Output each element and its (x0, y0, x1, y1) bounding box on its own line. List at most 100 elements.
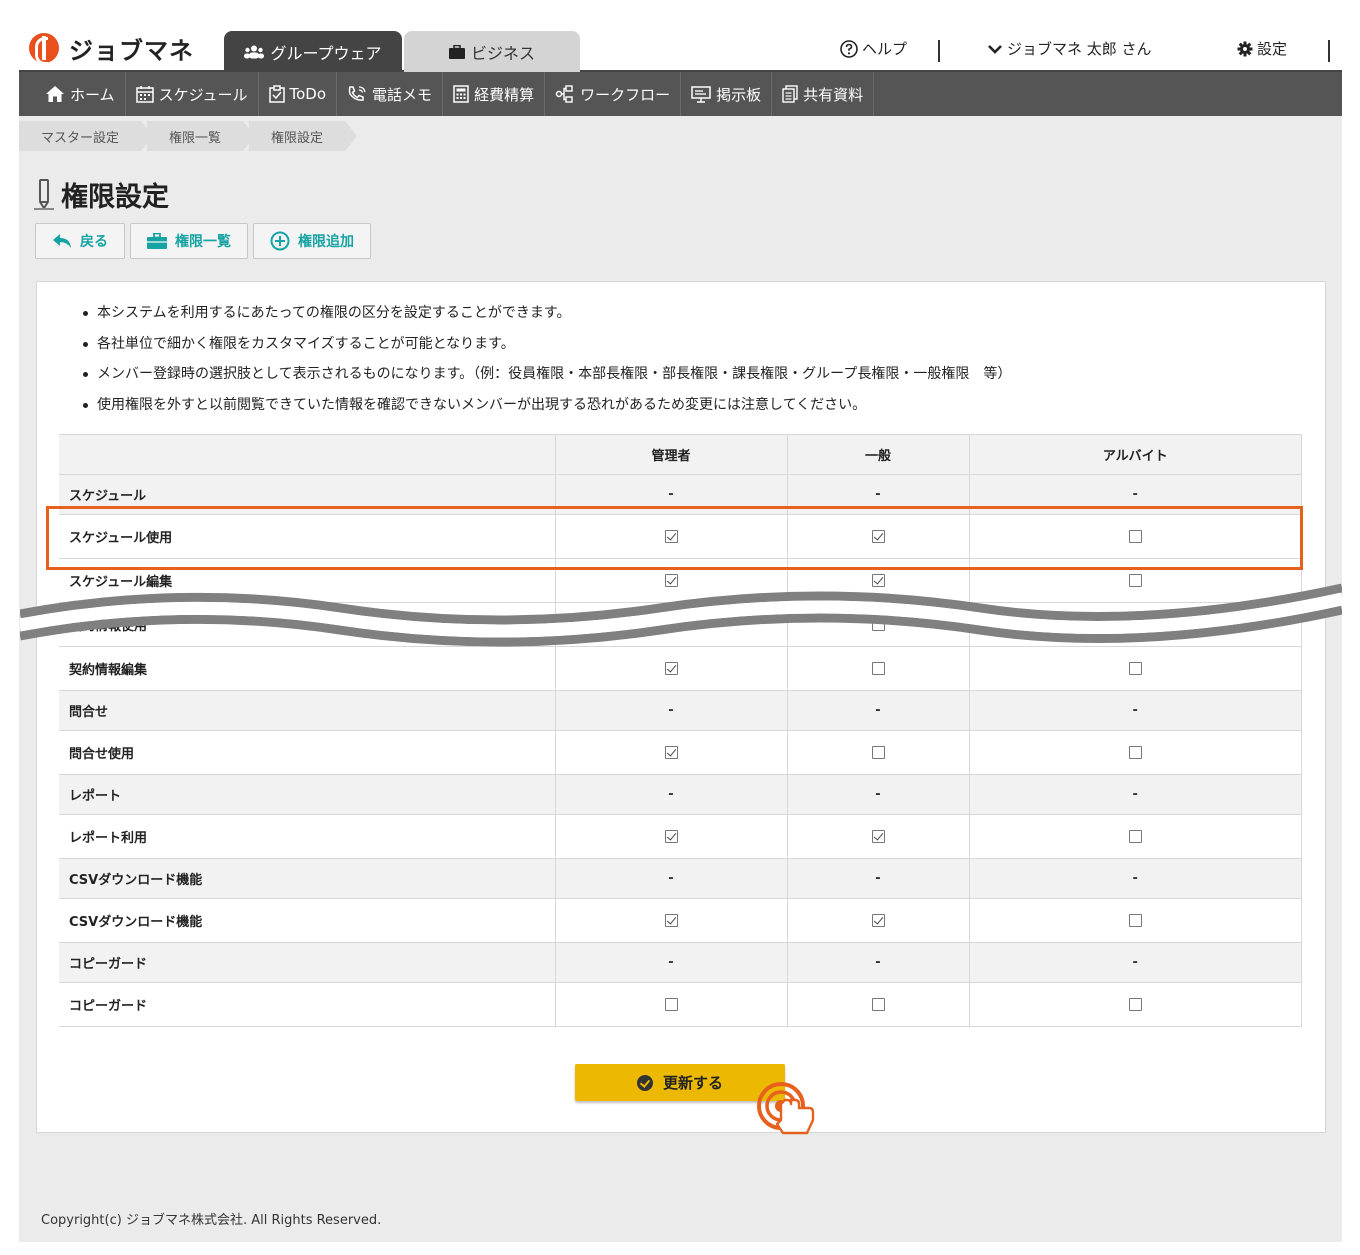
checkbox-cell (787, 898, 970, 943)
table-group-row: CSVダウンロード機能 - - - (59, 858, 1302, 899)
dash-cell: - (555, 858, 788, 899)
checkbox-cell (555, 646, 788, 691)
briefcase-icon (147, 233, 167, 249)
permission-label: コピーガード (59, 942, 556, 983)
tab-label: ビジネス (470, 43, 535, 63)
permission-checkbox[interactable] (1128, 530, 1142, 543)
add-permission-button[interactable]: 権限追加 (253, 223, 371, 259)
breadcrumb-item-permission-settings: 権限設定 (249, 121, 358, 151)
nav-item-todo[interactable]: ToDo (259, 72, 338, 116)
page-title: 権限設定 (37, 176, 169, 213)
calculator-icon (453, 85, 469, 103)
permission-label: CSVダウンロード機能 (59, 898, 556, 943)
permission-checkbox[interactable] (664, 530, 678, 543)
table-row: コピーガード (59, 982, 1302, 1027)
tab-groupware[interactable]: グループウェア (224, 31, 402, 72)
permission-label: レポート利用 (59, 814, 556, 859)
dash-cell: - (969, 858, 1302, 899)
board-icon (691, 86, 711, 103)
dash-cell: - (787, 474, 970, 515)
dash: - (875, 955, 881, 970)
checkbox-cell (555, 982, 788, 1027)
nav-label: 電話メモ (372, 85, 433, 104)
checkbox-cell (555, 898, 788, 943)
permission-label: CSVダウンロード機能 (59, 858, 556, 899)
dash-cell: - (555, 774, 788, 815)
reply-arrow-icon (53, 234, 71, 248)
permission-checkbox[interactable] (664, 746, 678, 759)
checkbox-cell (787, 982, 970, 1027)
permission-checkbox[interactable] (664, 830, 678, 843)
tab-business[interactable]: ビジネス (404, 31, 580, 72)
column-header-general: 一般 (787, 434, 970, 475)
table-row: 問合せ使用 (59, 730, 1302, 775)
note-item: 各社単位で細かく権限をカスタマイズすることが可能となります。 (81, 333, 1011, 364)
permission-checkbox[interactable] (871, 746, 885, 759)
settings-link[interactable]: 設定 (1237, 38, 1287, 59)
nav-item-shared-docs[interactable]: 共有資料 (772, 72, 875, 116)
checkbox-cell (555, 814, 788, 859)
settings-label: 設定 (1257, 40, 1288, 58)
table-row: レポート利用 (59, 814, 1302, 859)
nav-label: ホーム (70, 85, 115, 104)
nav-label: ToDo (289, 85, 327, 103)
permission-label: スケジュール (59, 474, 556, 515)
permission-list-button[interactable]: 権限一覧 (130, 223, 248, 259)
user-menu[interactable]: ジョブマネ 太郎 さん (987, 38, 1152, 59)
checkbox-cell (787, 514, 970, 559)
copyright: Copyright(c) ジョブマネ株式会社. All Rights Reser… (41, 1213, 382, 1228)
nav-item-schedule[interactable]: スケジュール (126, 72, 259, 116)
permission-checkbox[interactable] (1128, 662, 1142, 675)
checkbox-cell (969, 646, 1302, 691)
permission-checkbox[interactable] (664, 914, 678, 927)
permission-label: 契約情報編集 (59, 646, 556, 691)
table-row: スケジュール使用 (59, 514, 1302, 559)
permission-checkbox[interactable] (871, 998, 885, 1011)
permission-panel: 本システムを利用するにあたっての権限の区分を設定することができます。 各社単位で… (36, 281, 1326, 1133)
permission-checkbox[interactable] (664, 662, 678, 675)
permission-checkbox[interactable] (1128, 746, 1142, 759)
permission-checkbox[interactable] (1128, 914, 1142, 927)
permission-checkbox[interactable] (871, 530, 885, 543)
dash-cell: - (969, 474, 1302, 515)
permission-checkbox[interactable] (871, 830, 885, 843)
header-divider (1328, 40, 1330, 62)
home-icon (46, 86, 64, 102)
table-group-row: 問合せ - - - (59, 690, 1302, 731)
nav-item-phone-memo[interactable]: 電話メモ (337, 72, 444, 116)
note-item: 本システムを利用するにあたっての権限の区分を設定することができます。 (81, 302, 1011, 333)
dash-cell: - (787, 858, 970, 899)
app-header: ジョブマネ グループウェア ビジネス ヘルプ ジョブマネ 太郎 さん 設定 (19, 28, 1342, 72)
nav-label: ワークフロー (580, 85, 671, 104)
update-button[interactable]: 更新する (575, 1064, 785, 1101)
dash: - (1132, 871, 1138, 886)
nav-item-workflow[interactable]: ワークフロー (545, 72, 682, 116)
back-label: 戻る (80, 234, 108, 250)
permission-checkbox[interactable] (664, 998, 678, 1011)
permission-checkbox[interactable] (871, 662, 885, 675)
dash-cell: - (969, 690, 1302, 731)
permission-checkbox[interactable] (1128, 998, 1142, 1011)
pencil-icon (39, 179, 49, 209)
calendar-icon (135, 86, 154, 103)
checkbox-cell (969, 814, 1302, 859)
chevron-down-icon (988, 44, 1002, 54)
tab-label: グループウェア (270, 43, 382, 63)
help-link[interactable]: ヘルプ (840, 38, 907, 59)
permission-checkbox[interactable] (871, 914, 885, 927)
back-button[interactable]: 戻る (35, 223, 125, 259)
column-header-part-time: アルバイト (969, 434, 1302, 475)
nav-item-board[interactable]: 掲示板 (681, 72, 773, 116)
breadcrumb-item-permission-list[interactable]: 権限一覧 (147, 121, 256, 151)
checkbox-cell (787, 730, 970, 775)
nav-item-expenses[interactable]: 経費精算 (443, 72, 546, 116)
workflow-icon (555, 85, 573, 103)
logo[interactable]: ジョブマネ (29, 32, 194, 65)
checkbox-cell (787, 646, 970, 691)
breadcrumb-item-master[interactable]: マスター設定 (19, 121, 154, 151)
nav-item-home[interactable]: ホーム (19, 72, 126, 116)
phone-icon (348, 86, 366, 101)
permission-label: 問合せ (59, 690, 556, 731)
permission-checkbox[interactable] (1128, 830, 1142, 843)
group-icon (244, 45, 265, 58)
